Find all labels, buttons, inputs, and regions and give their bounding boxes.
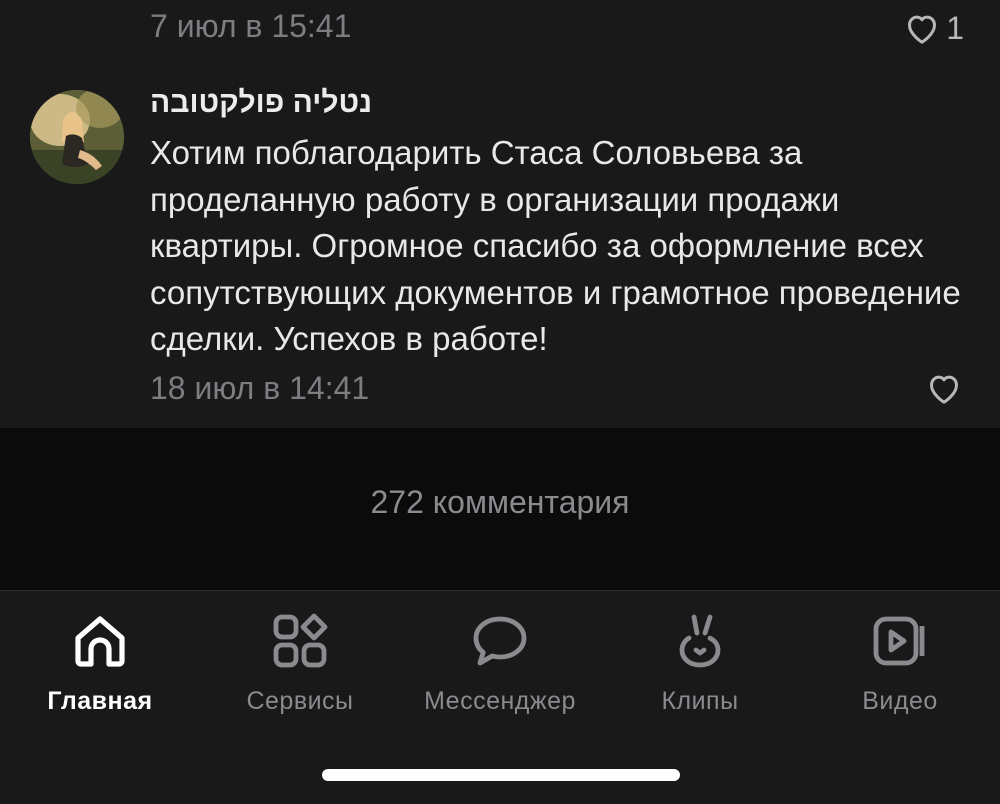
comment-author[interactable]: נטליה פולקטובה: [150, 86, 372, 120]
previous-comment-date: 7 июл в 15:41: [150, 8, 352, 44]
tab-video-label: Видео: [862, 687, 938, 715]
comments-count-section: 272 комментария: [0, 428, 1000, 590]
tab-home-label: Главная: [47, 687, 153, 715]
comment-date: 18 июл в 14:41: [150, 370, 370, 406]
tab-clips[interactable]: Клипы: [600, 609, 800, 716]
home-indicator[interactable]: [322, 769, 680, 781]
tab-services-label: Сервисы: [246, 687, 354, 715]
comments-count[interactable]: 272 комментария: [371, 484, 630, 521]
tab-messenger[interactable]: Мессенджер: [400, 609, 600, 716]
tab-home[interactable]: Главная: [0, 609, 200, 716]
chat-bubble-icon: [473, 616, 527, 666]
video-icon: [873, 616, 925, 666]
heart-icon: [908, 15, 937, 44]
tab-clips-label: Клипы: [661, 687, 739, 715]
comment-text: Хотим поблагодарить Стаса Соловьева за п…: [150, 134, 961, 357]
services-grid-icon: [273, 613, 328, 668]
clips-icon: [679, 614, 721, 668]
screen: 7 июл в 15:41 1 נטליה פולקטובה Хотим поб…: [0, 0, 1000, 804]
home-icon: [75, 616, 125, 667]
tab-video[interactable]: Видео: [800, 609, 1000, 716]
previous-comment-like-count: 1: [946, 9, 964, 46]
previous-comment-like-button[interactable]: 1: [902, 8, 964, 48]
tab-messenger-label: Мессенджер: [424, 687, 576, 715]
heart-icon[interactable]: [924, 368, 964, 408]
avatar[interactable]: [30, 90, 124, 184]
comment-item: נטליה פולקטובה Хотим поблагодарить Стаса…: [0, 80, 1000, 426]
avatar-photo: [30, 90, 124, 184]
tab-services[interactable]: Сервисы: [200, 609, 400, 716]
